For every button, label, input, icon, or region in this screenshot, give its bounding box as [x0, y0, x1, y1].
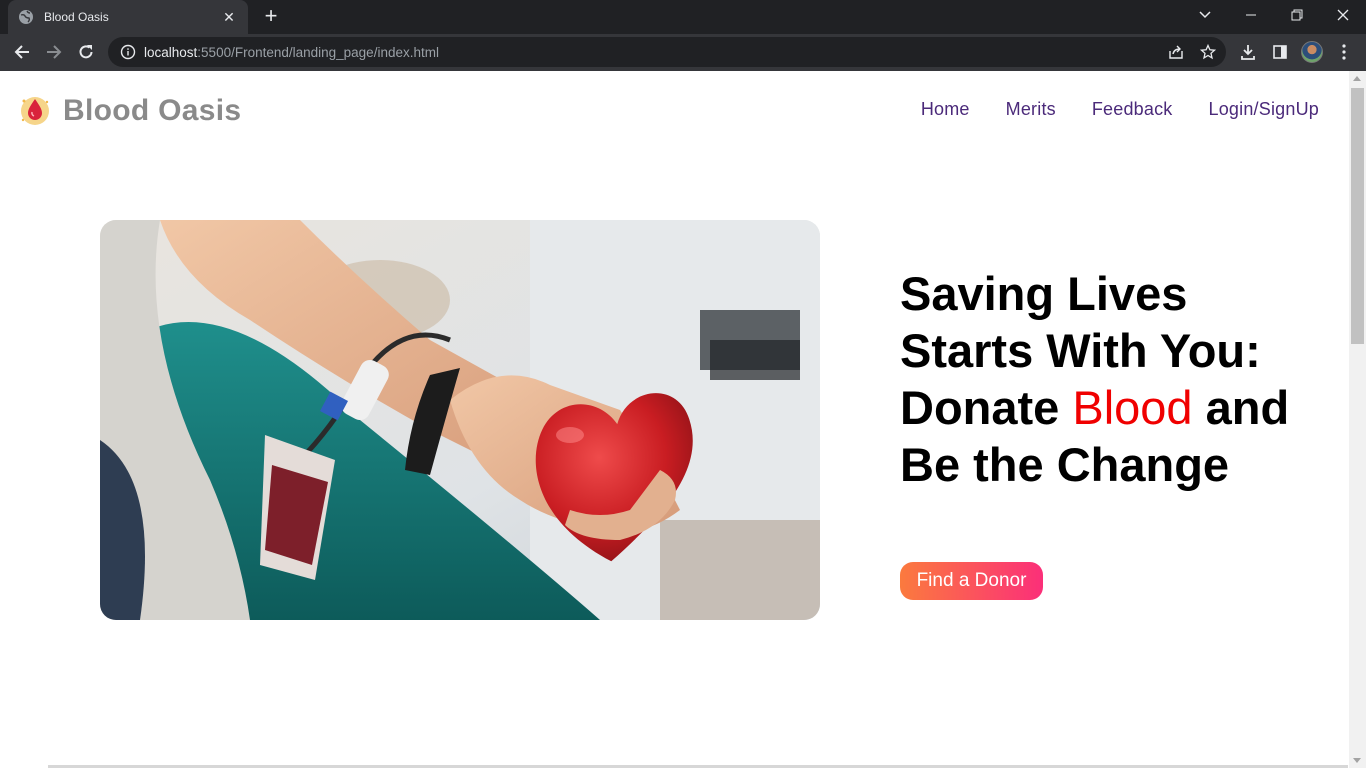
browser-titlebar: Blood Oasis ✕ +: [0, 0, 1366, 34]
brand-name[interactable]: Blood Oasis: [63, 94, 241, 128]
close-window-icon[interactable]: [1320, 0, 1366, 30]
browser-tab[interactable]: Blood Oasis ✕: [8, 0, 248, 34]
forward-arrow-icon[interactable]: [40, 38, 68, 66]
profile-avatar[interactable]: [1298, 38, 1326, 66]
vertical-scrollbar[interactable]: [1349, 71, 1366, 768]
main-nav: Home Merits Feedback Login/SignUp: [921, 99, 1319, 120]
blood-donation-photo: [100, 220, 820, 620]
side-panel-icon[interactable]: [1266, 38, 1294, 66]
back-arrow-icon[interactable]: [8, 38, 36, 66]
share-icon[interactable]: [1162, 37, 1190, 67]
url-host: localhost: [144, 44, 198, 60]
reload-icon[interactable]: [72, 38, 100, 66]
browser-toolbar: localhost:5500/Frontend/landing_page/ind…: [0, 34, 1366, 71]
headline-highlight-blood: Blood: [1072, 381, 1193, 434]
find-a-donor-button[interactable]: Find a Donor: [900, 562, 1043, 600]
url-path: :5500/Frontend/landing_page/index.html: [197, 44, 439, 60]
hero-image: [100, 220, 820, 620]
address-bar[interactable]: localhost:5500/Frontend/landing_page/ind…: [108, 37, 1226, 67]
bookmark-star-icon[interactable]: [1194, 37, 1222, 67]
minimize-icon[interactable]: [1228, 0, 1274, 30]
hero-headline: Saving Lives Starts With You: Donate Blo…: [900, 265, 1330, 493]
download-icon[interactable]: [1234, 38, 1262, 66]
tab-title: Blood Oasis: [44, 10, 109, 24]
tab-search-icon[interactable]: [1182, 0, 1228, 30]
scroll-up-arrow-icon[interactable]: [1353, 76, 1361, 81]
restore-icon[interactable]: [1274, 0, 1320, 30]
menu-kebab-icon[interactable]: [1330, 38, 1358, 66]
nav-home[interactable]: Home: [921, 99, 970, 120]
page-viewport: Blood Oasis Home Merits Feedback Login/S…: [0, 71, 1349, 768]
site-info-icon[interactable]: [120, 44, 136, 60]
blood-drop-logo-icon: [21, 97, 49, 125]
nav-feedback[interactable]: Feedback: [1092, 99, 1173, 120]
nav-merits[interactable]: Merits: [1006, 99, 1056, 120]
new-tab-button[interactable]: +: [258, 4, 284, 30]
scroll-down-arrow-icon[interactable]: [1353, 758, 1361, 763]
close-tab-icon[interactable]: ✕: [220, 9, 238, 26]
globe-icon: [19, 10, 33, 24]
nav-login-signup[interactable]: Login/SignUp: [1209, 99, 1319, 120]
scrollbar-thumb[interactable]: [1351, 88, 1364, 344]
